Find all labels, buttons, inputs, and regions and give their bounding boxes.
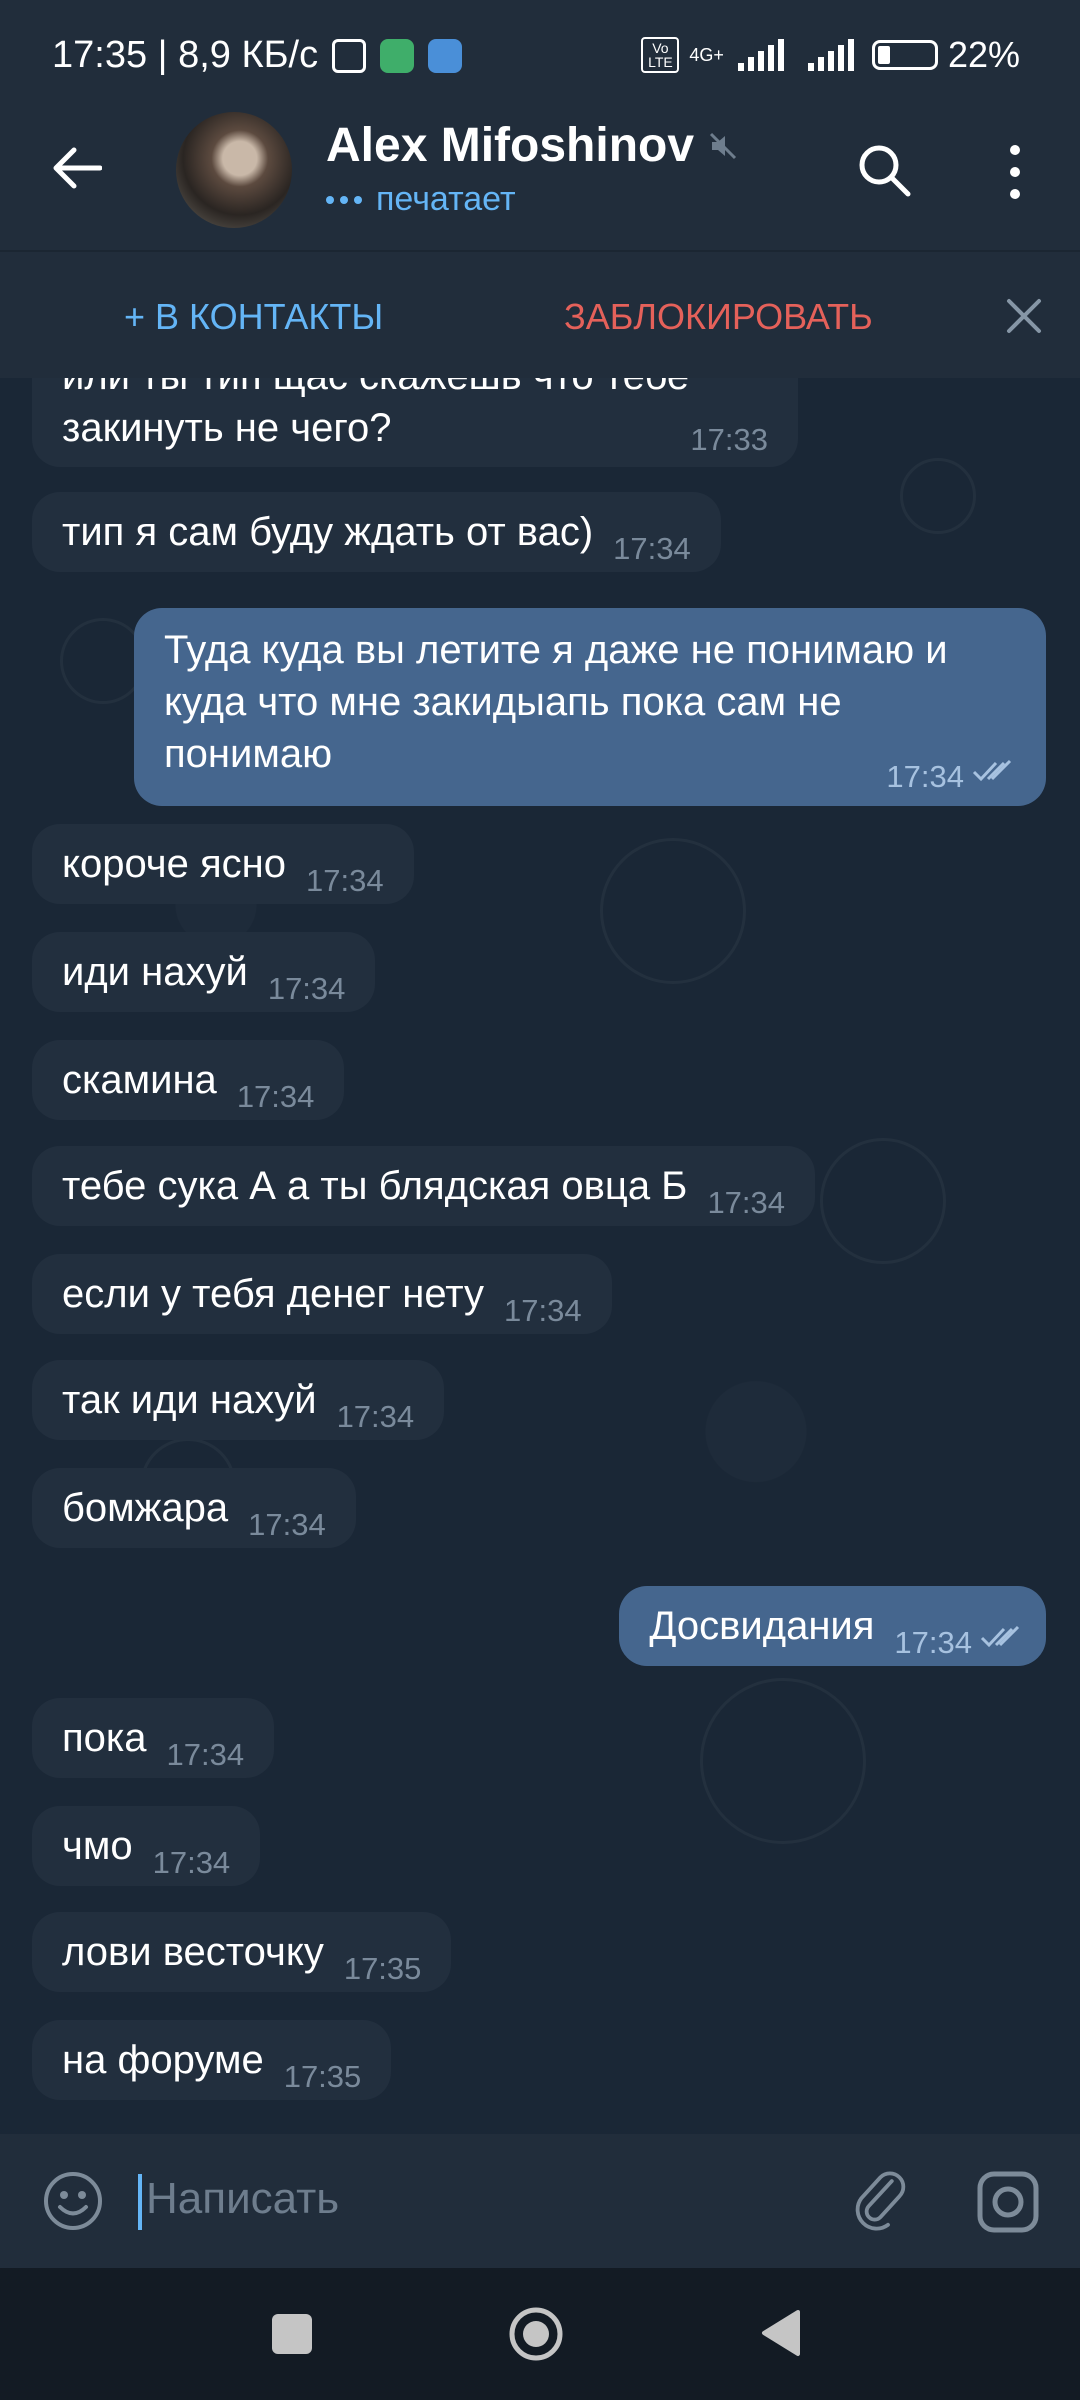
message-time: 17:34: [166, 1737, 245, 1772]
mute-icon: [709, 132, 737, 159]
message-text: бомжара: [62, 1486, 229, 1530]
read-checkmarks-icon: [972, 759, 1012, 782]
message-time: 17:34: [894, 1625, 972, 1660]
message-text: короче ясно: [62, 842, 287, 886]
message-time: 17:34: [306, 863, 384, 898]
message-text: тип я сам буду ждать от вас): [62, 510, 594, 554]
contact-name[interactable]: Alex Mifoshinov: [326, 118, 738, 173]
message-time: 17:34: [248, 1507, 326, 1542]
system-navigation-bar: [0, 2268, 1080, 2400]
message-text: чмо: [62, 1824, 133, 1868]
message-text: пока: [62, 1716, 147, 1760]
status-bar: 17:35 | 8,9 КБ/с Vo LTE 4G+ 22%: [0, 0, 1080, 116]
message-time: 17:34: [152, 1845, 231, 1880]
search-icon[interactable]: [856, 142, 912, 198]
message-incoming[interactable]: тип я сам буду ждать от вас) 17:34: [32, 492, 721, 572]
message-incoming[interactable]: короче ясно 17:34: [32, 824, 414, 904]
chat-header: Alex Mifoshinov печатает: [0, 100, 1080, 250]
message-incoming[interactable]: скамина 17:34: [32, 1040, 345, 1120]
message-incoming[interactable]: бомжара 17:34: [32, 1468, 356, 1548]
add-contact-button[interactable]: + В КОНТАКТЫ: [124, 296, 383, 338]
block-button[interactable]: ЗАБЛОКИРОВАТЬ: [564, 296, 873, 338]
message-text: Туда куда вы летите я даже не понимаю и …: [164, 628, 948, 776]
message-text: тебе сука А а ты блядская овца Б: [62, 1164, 688, 1208]
message-incoming[interactable]: тебе сука А а ты блядская овца Б 17:34: [32, 1146, 816, 1226]
typing-status-text: печатает: [376, 180, 516, 218]
wallpaper-doodle: [700, 1678, 866, 1844]
message-incoming[interactable]: иди нахуй 17:34: [32, 932, 376, 1012]
avatar[interactable]: [176, 112, 292, 228]
signal-icon-2: [807, 39, 854, 71]
message-text: так иди нахуй: [62, 1378, 317, 1422]
message-text: иди нахуй: [62, 950, 248, 994]
paperclip-icon[interactable]: [852, 2168, 914, 2234]
message-time: 17:35: [283, 2059, 362, 2094]
back-arrow-icon[interactable]: [52, 146, 102, 190]
wallpaper-doodle: [900, 458, 976, 534]
shield-app-icon: [380, 38, 415, 73]
message-incoming[interactable]: так иди нахуй 17:34: [32, 1360, 445, 1440]
message-meta: 17:34: [866, 734, 1016, 792]
read-checkmarks-icon: [980, 1625, 1020, 1648]
close-icon[interactable]: [1004, 296, 1044, 336]
message-input[interactable]: Написать: [146, 2174, 339, 2224]
more-vertical-icon[interactable]: [1000, 142, 1030, 202]
message-incoming[interactable]: если у тебя денег нету 17:34: [32, 1254, 612, 1334]
message-text: Досвидания: [649, 1604, 875, 1648]
back-button[interactable]: [758, 2308, 802, 2358]
message-incoming[interactable]: пока 17:34: [32, 1698, 275, 1778]
message-time: 17:34: [336, 1399, 415, 1434]
message-outgoing[interactable]: Туда куда вы летите я даже не понимаю и …: [134, 608, 1046, 806]
message-time: 17:34: [613, 531, 691, 566]
status-left: 17:35 | 8,9 КБ/с: [52, 34, 463, 77]
typing-status: печатает: [326, 180, 516, 219]
message-text: или ты тип щас скажешь что тебе закинуть…: [62, 378, 689, 450]
message-time: 17:34: [504, 1293, 582, 1328]
battery-icon: [871, 40, 938, 70]
message-time: 17:34: [707, 1185, 786, 1220]
typing-dots-icon: [326, 195, 362, 204]
contact-action-bar: + В КОНТАКТЫ ЗАБЛОКИРОВАТЬ: [0, 250, 1080, 380]
home-button[interactable]: [508, 2306, 564, 2362]
wallpaper-doodle: [600, 838, 746, 984]
message-text: если у тебя денег нету: [62, 1272, 485, 1316]
status-right: Vo LTE 4G+ 22%: [641, 34, 1020, 76]
message-outgoing[interactable]: Досвидания 17:34: [619, 1586, 1046, 1666]
emoji-icon[interactable]: [42, 2170, 104, 2232]
signal-icon-1: [737, 39, 784, 71]
message-time: 17:34: [267, 971, 346, 1006]
message-text: скамина: [62, 1058, 217, 1102]
text-cursor: [138, 2174, 142, 2230]
battery-percent: 22%: [947, 34, 1020, 75]
status-time-speed: 17:35 | 8,9 КБ/с: [52, 34, 319, 76]
message-time: 17:33: [690, 422, 768, 457]
message-text: лови весточку: [62, 1930, 324, 1974]
message-incoming[interactable]: лови весточку 17:35: [32, 1912, 452, 1992]
message-time: 17:34: [886, 759, 964, 794]
message-incoming[interactable]: на форуме 17:35: [32, 2020, 392, 2100]
network-type-label: 4G+: [689, 44, 724, 65]
message-time: 17:34: [236, 1079, 315, 1114]
message-incoming[interactable]: чмо 17:34: [32, 1806, 261, 1886]
contact-name-text: Alex Mifoshinov: [326, 119, 695, 172]
nfc-icon: [332, 38, 367, 73]
message-time: 17:35: [343, 1951, 422, 1986]
camera-icon[interactable]: [976, 2170, 1040, 2234]
message-list[interactable]: или ты тип щас скажешь что тебе закинуть…: [0, 378, 1080, 2134]
app-notification-icon: [428, 38, 463, 73]
recents-button[interactable]: [272, 2314, 312, 2354]
composer-bar: Написать: [0, 2134, 1080, 2268]
volte-icon: Vo LTE: [641, 37, 680, 73]
message-text: на форуме: [62, 2038, 264, 2082]
message-incoming[interactable]: или ты тип щас скажешь что тебе закинуть…: [32, 378, 798, 467]
wallpaper-doodle: [820, 1138, 946, 1264]
